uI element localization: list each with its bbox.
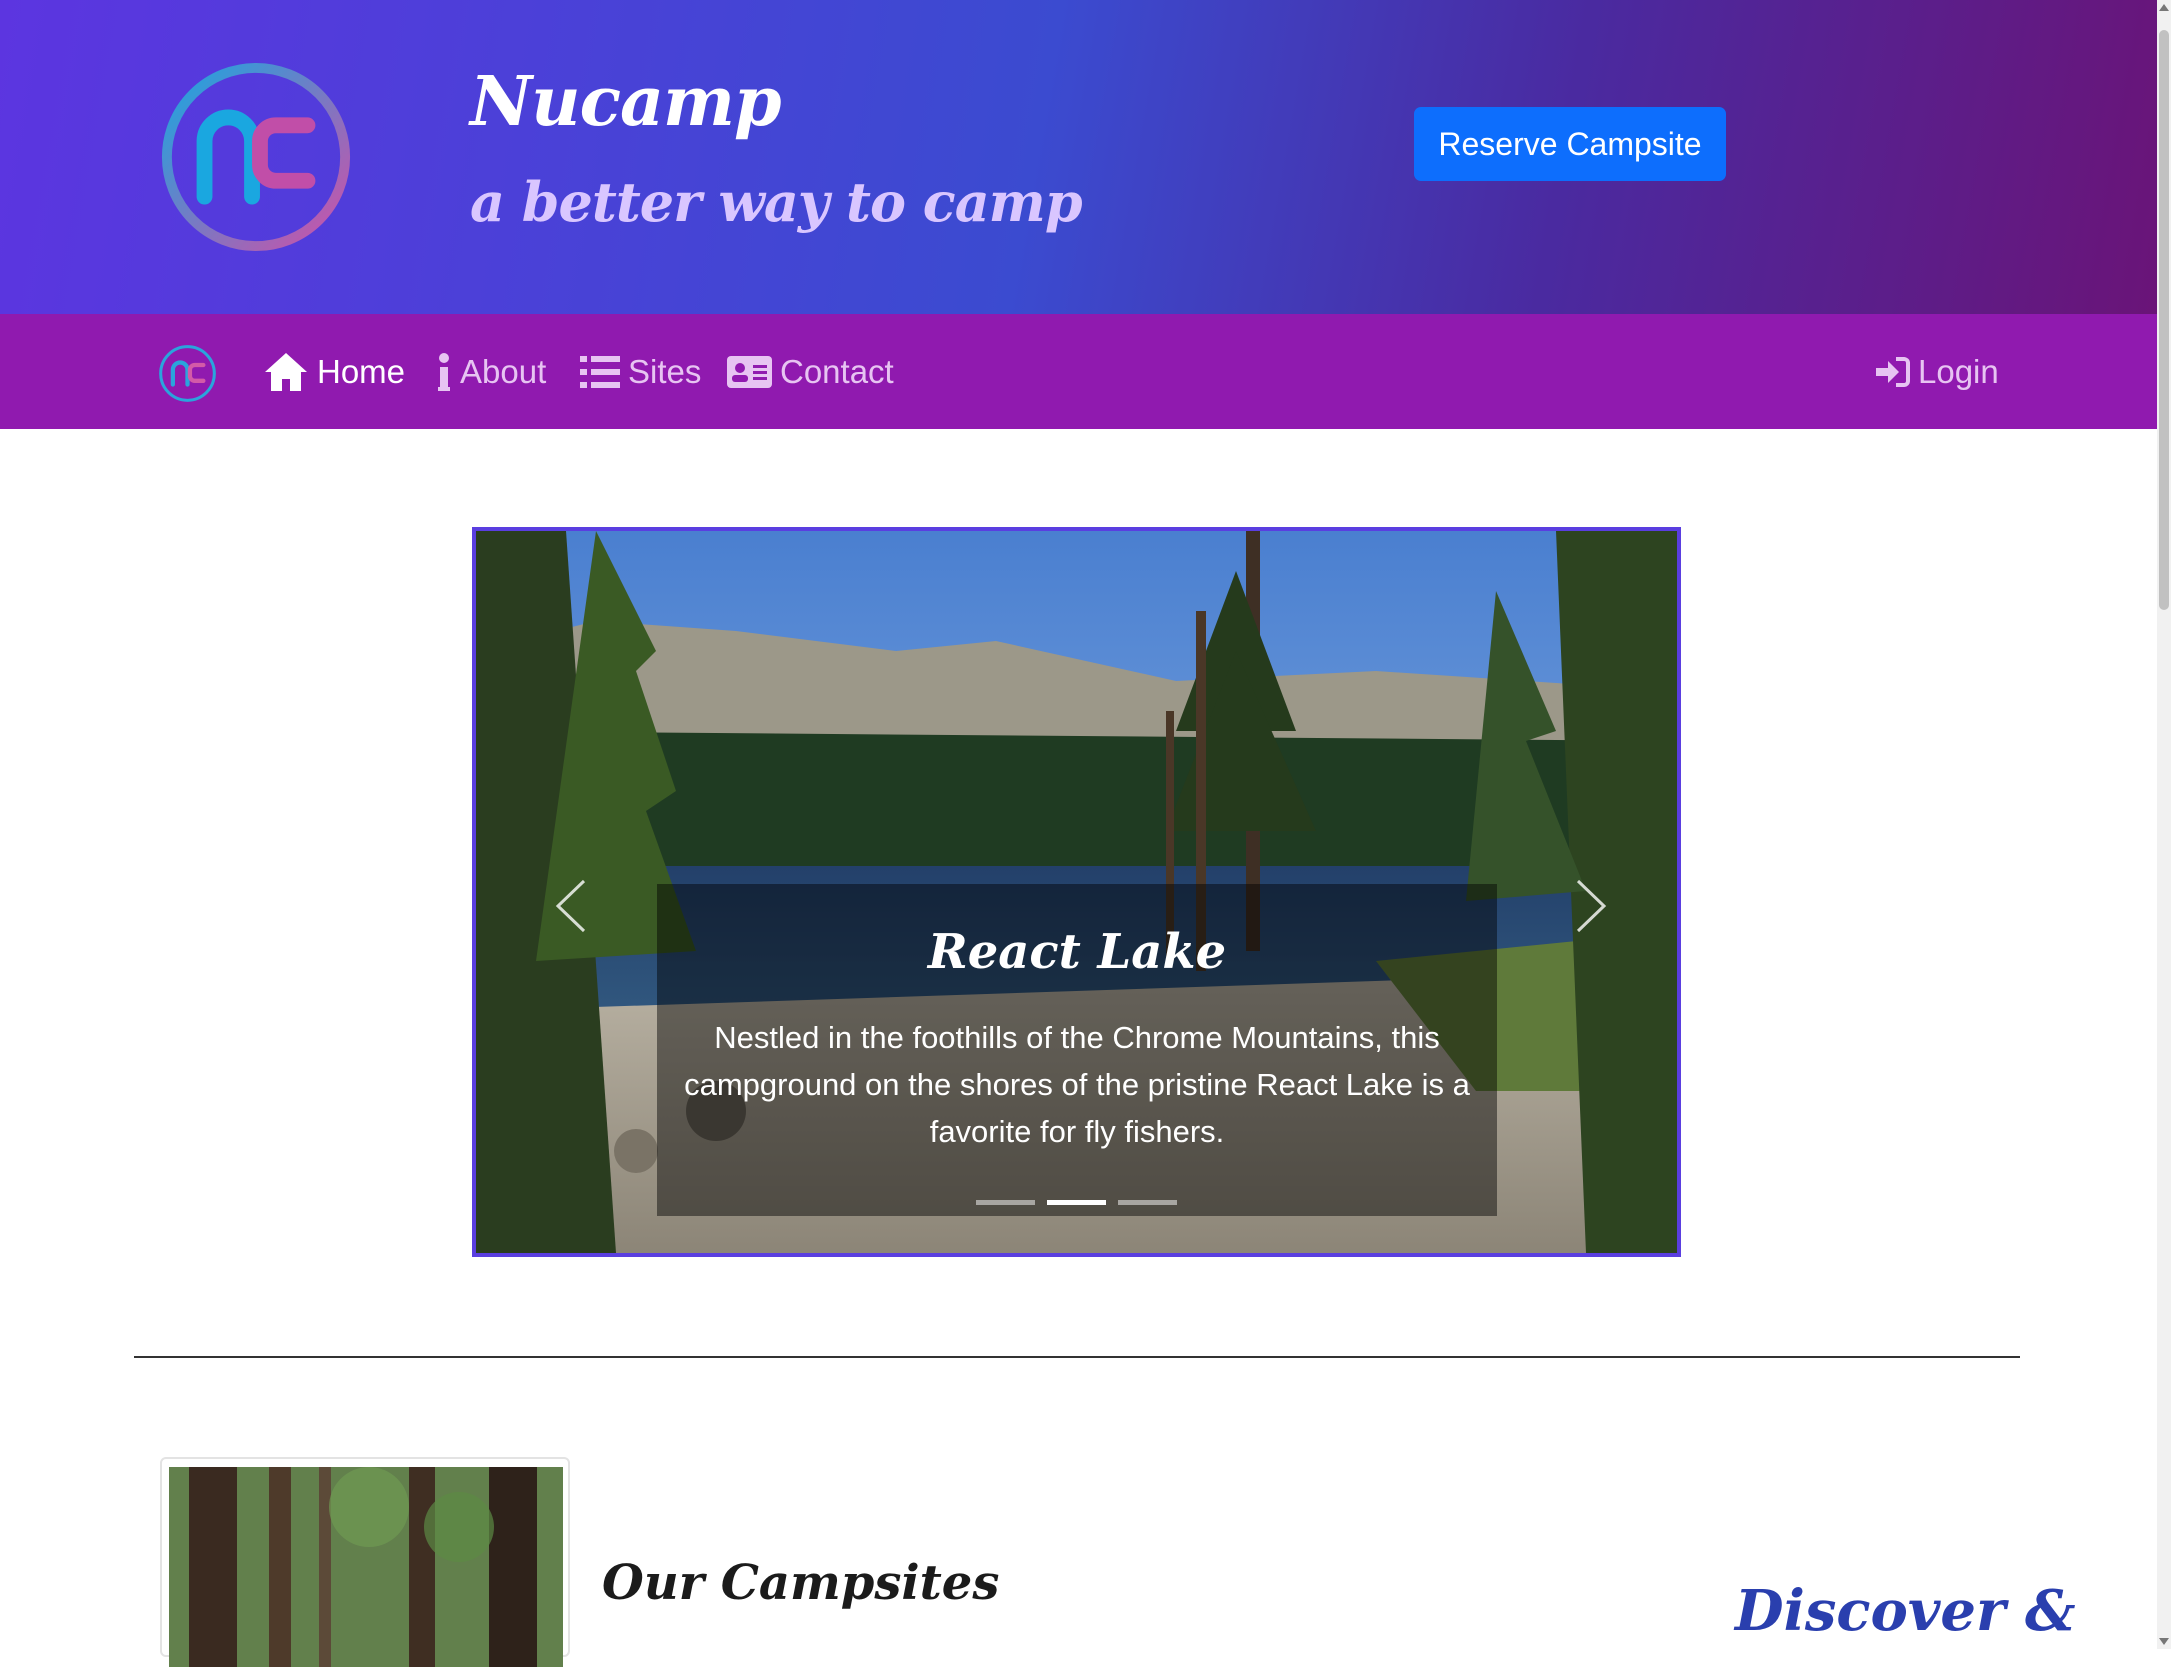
nav-item-about[interactable]: About	[436, 344, 546, 400]
campsites-title: Our Campsites	[602, 1555, 1000, 1611]
header-jumbotron: Nucamp a better way to camp Reserve Camp…	[0, 0, 2157, 314]
nav-item-label: Sites	[628, 353, 702, 390]
caption-text: Nestled in the foothills of the Chrome M…	[684, 1020, 1470, 1149]
page-scrollbar[interactable]	[2157, 0, 2171, 1649]
navbar-logo[interactable]	[157, 343, 218, 404]
reserve-campsite-button[interactable]: Reserve Campsite	[1414, 107, 1726, 181]
discover-title: Discover &	[1735, 1578, 2076, 1644]
list-icon	[580, 356, 620, 388]
login-label: Login	[1918, 353, 1999, 390]
brand-title: Nucamp	[470, 62, 782, 142]
carousel-caption: React Lake Nestled in the foothills of t…	[657, 884, 1497, 1216]
navbar: Home About Sites Contact Login	[0, 314, 2157, 429]
nav-item-label: About	[460, 353, 547, 390]
address-card-icon	[727, 356, 772, 388]
campsite-carousel[interactable]: React Lake Nestled in the foothills of t…	[472, 527, 1681, 1257]
nav-item-sites[interactable]: Sites	[580, 344, 701, 400]
home-icon	[265, 353, 307, 391]
nucamp-logo	[161, 62, 351, 252]
login-link[interactable]: Login	[1874, 344, 1999, 400]
nav-item-home[interactable]: Home	[263, 344, 405, 400]
nav-item-label: Contact	[780, 353, 894, 390]
nav-item-contact[interactable]: Contact	[727, 344, 894, 400]
caption-title: React Lake	[927, 924, 1227, 980]
info-icon	[438, 353, 450, 391]
carousel-indicators	[476, 1200, 1677, 1205]
carousel-next-control[interactable]	[1566, 871, 1616, 941]
carousel-indicator-active[interactable]	[1047, 1200, 1106, 1205]
scroll-up-arrow-icon[interactable]	[2159, 4, 2169, 11]
sign-in-icon	[1876, 357, 1910, 387]
carousel-indicator[interactable]	[976, 1200, 1035, 1205]
carousel-indicator[interactable]	[1118, 1200, 1177, 1205]
scrollbar-thumb[interactable]	[2159, 30, 2169, 610]
scroll-down-arrow-icon[interactable]	[2159, 1638, 2169, 1645]
carousel-prev-control[interactable]	[546, 871, 596, 941]
forest-photo	[169, 1467, 563, 1667]
section-divider	[134, 1356, 2020, 1358]
nav-item-label: Home	[317, 353, 406, 390]
campsites-card	[160, 1457, 570, 1667]
brand-subtitle: a better way to camp	[470, 170, 1083, 234]
